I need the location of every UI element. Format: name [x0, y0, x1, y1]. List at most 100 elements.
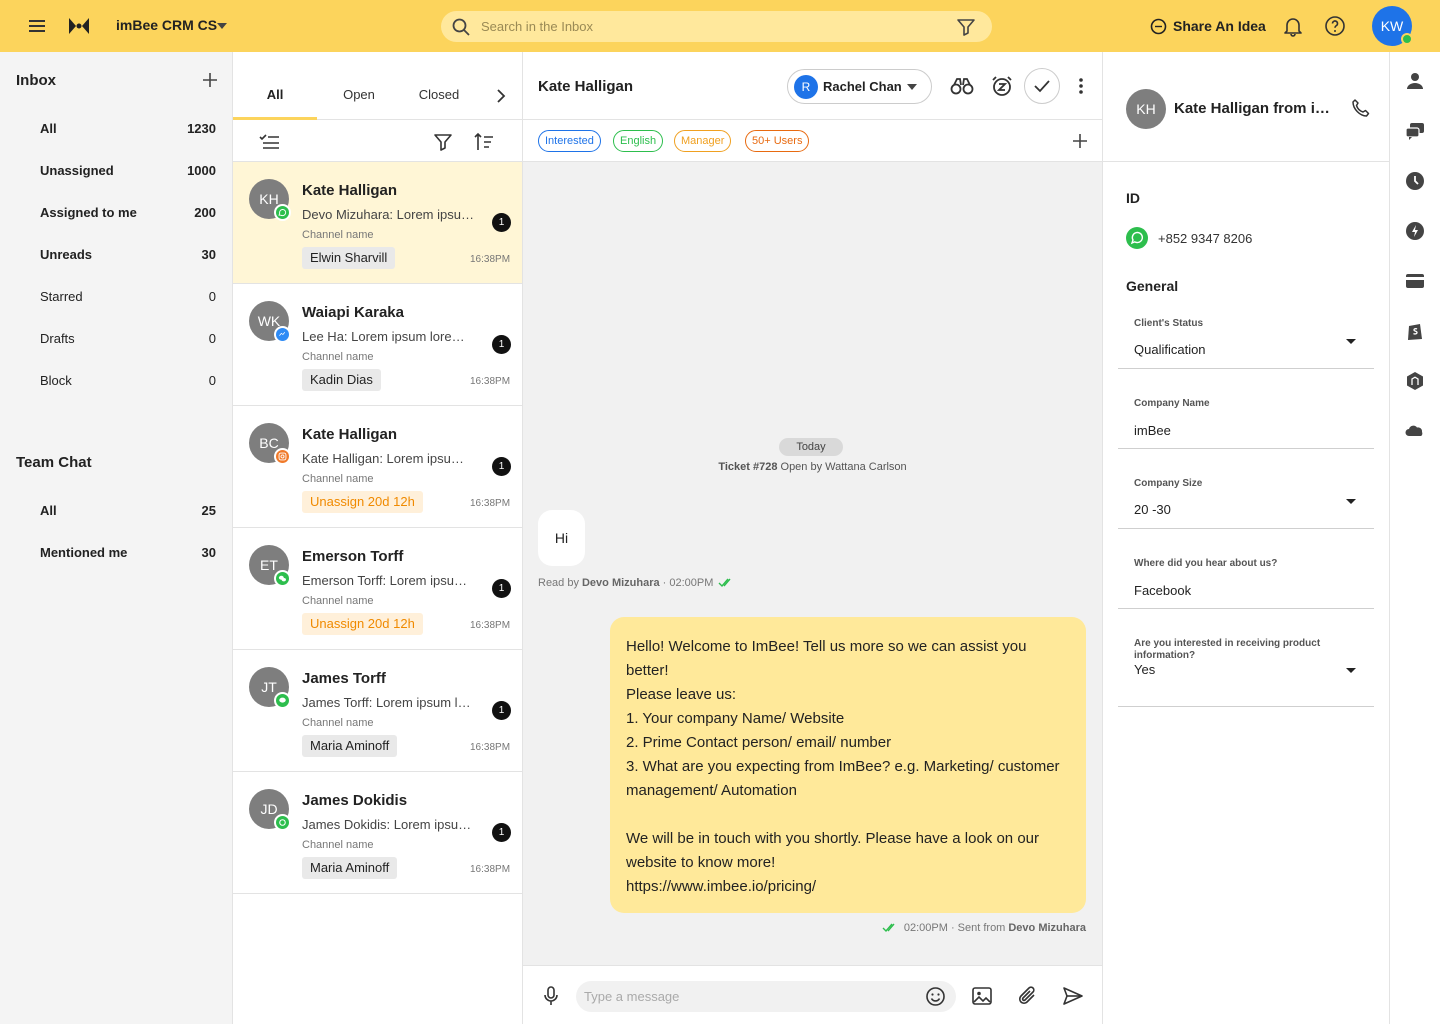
right-icon-rail: [1390, 52, 1440, 1024]
quick-reply-icon[interactable]: [1404, 220, 1426, 242]
whatsapp-icon: [1126, 227, 1148, 249]
contact-name: James Torff: [302, 670, 386, 687]
tab-closed[interactable]: Closed: [397, 52, 481, 120]
channel-name: Channel name: [302, 839, 374, 851]
help-icon[interactable]: [1324, 15, 1346, 37]
history-clock-icon[interactable]: [1404, 170, 1426, 192]
team-chat-item-all[interactable]: All 25: [24, 494, 224, 528]
chat-bubble-icon: [1150, 18, 1167, 34]
tag-manager[interactable]: Manager: [674, 130, 732, 152]
chat-panel: Kate Halligan R Rachel Chan Interested E…: [523, 52, 1103, 1024]
tag-interested[interactable]: Interested: [538, 130, 601, 152]
inbox-item-block[interactable]: Block 0: [24, 364, 224, 398]
ticket-number: Ticket #728: [718, 461, 778, 473]
add-tag-icon[interactable]: [1071, 132, 1089, 150]
timestamp: 16:38PM: [470, 742, 511, 753]
menu-icon[interactable]: [26, 15, 48, 37]
wechat-icon: [274, 570, 291, 587]
field-value: imBee: [1134, 423, 1171, 438]
timestamp: 16:38PM: [470, 376, 511, 387]
chat-header: Kate Halligan R Rachel Chan: [523, 52, 1102, 120]
more-vertical-icon[interactable]: [1075, 76, 1087, 96]
channel-name: Channel name: [302, 717, 374, 729]
field-value: Qualification: [1134, 342, 1206, 357]
conversation-item[interactable]: ET Emerson Torff Emerson Torff: Lorem ip…: [233, 528, 522, 650]
double-check-icon: [882, 923, 895, 933]
conversation-item[interactable]: KH Kate Halligan Devo Mizuhara: Lorem ip…: [233, 162, 522, 284]
inbox-item-starred[interactable]: Starred 0: [24, 280, 224, 314]
client-status-field[interactable]: Client's Status Qualification: [1118, 308, 1374, 369]
tab-open[interactable]: Open: [317, 52, 401, 120]
message-input[interactable]: [584, 981, 914, 1012]
message-preview: Devo Mizuhara: Lorem ipsum dolor sit ame…: [302, 207, 474, 222]
attachment-icon[interactable]: [1017, 985, 1039, 1007]
inbox-item-assigned-to-me[interactable]: Assigned to me 200: [24, 196, 224, 230]
chevron-right-icon[interactable]: [491, 86, 511, 106]
contact-name: Kate Halligan: [302, 426, 398, 443]
tag-english[interactable]: English: [613, 130, 664, 152]
imbee-logo: [69, 18, 89, 34]
outgoing-message-bubble: Hello! Welcome to ImBee! Tell us more so…: [610, 617, 1086, 913]
assignee-tag: Elwin Sharvill: [302, 247, 396, 269]
send-icon[interactable]: [1062, 985, 1084, 1007]
sort-icon[interactable]: [473, 131, 495, 153]
nav-count: 30: [201, 247, 216, 262]
channel-name: Channel name: [302, 595, 374, 607]
snooze-icon[interactable]: [991, 75, 1013, 97]
workspace-name[interactable]: imBee CRM CS: [116, 17, 217, 33]
product-info-interest-field[interactable]: Are you interested in receiving product …: [1118, 628, 1374, 707]
message-preview: Kate Halligan: Lorem ipsum dolor sit ame…: [302, 451, 474, 466]
date-separator: Today: [779, 438, 843, 456]
emoji-icon[interactable]: [925, 986, 946, 1007]
search-input[interactable]: [481, 11, 941, 42]
conversation-item[interactable]: WK Waiapi Karaka Lee Ha: Lorem ipsum lor…: [233, 284, 522, 406]
checklist-icon[interactable]: [259, 132, 281, 152]
chevron-down-icon[interactable]: [214, 18, 230, 34]
unassigned-timer-tag: Unassign 20d 12h: [302, 613, 423, 635]
credit-card-icon[interactable]: [1404, 270, 1426, 292]
tab-all[interactable]: All: [233, 52, 317, 120]
nav-count: 0: [208, 289, 216, 304]
shopify-icon[interactable]: [1404, 320, 1426, 342]
add-icon[interactable]: [200, 70, 220, 90]
nav-label: Mentioned me: [40, 545, 128, 560]
resolve-button[interactable]: [1024, 68, 1060, 104]
contact-details-panel: KH Kate Halligan from imBee ID +852 9347…: [1103, 52, 1390, 1024]
chat-contact-name: Kate Halligan: [538, 78, 634, 95]
bell-icon[interactable]: [1282, 15, 1304, 37]
phone-icon[interactable]: [1351, 98, 1371, 118]
image-icon[interactable]: [971, 985, 993, 1007]
general-section-title: General: [1126, 278, 1179, 294]
team-chat-item-mentioned-me[interactable]: Mentioned me 30: [24, 536, 224, 570]
share-idea-button[interactable]: Share An Idea: [1150, 16, 1266, 36]
conversation-item[interactable]: JT James Torff James Torff: Lorem ipsum …: [233, 650, 522, 772]
message-preview: James Dokidis: Lorem ipsum dolor sit ame…: [302, 817, 474, 832]
message-preview: Emerson Torff: Lorem ipsum dolor sit ame…: [302, 573, 474, 588]
contact-name: Emerson Torff: [302, 548, 404, 565]
user-avatar[interactable]: KW: [1372, 6, 1413, 46]
magento-icon[interactable]: [1404, 370, 1426, 392]
person-icon[interactable]: [1404, 70, 1426, 92]
nav-count: 1000: [187, 163, 216, 178]
salesforce-cloud-icon[interactable]: [1404, 420, 1426, 442]
message-time: · 02:00PM: [662, 577, 714, 589]
conversations-icon[interactable]: [1404, 120, 1426, 142]
tag-50-plus-users[interactable]: 50+ Users: [745, 130, 810, 152]
inbox-item-drafts[interactable]: Drafts 0: [24, 322, 224, 356]
company-name-field[interactable]: Company Name imBee: [1118, 388, 1374, 449]
unread-count-badge: 1: [492, 213, 511, 232]
assignee-dropdown[interactable]: R Rachel Chan: [787, 69, 932, 104]
conversation-item[interactable]: BC Kate Halligan Kate Halligan: Lorem ip…: [233, 406, 522, 528]
inbox-item-unreads[interactable]: Unreads 30: [24, 238, 224, 272]
microphone-icon[interactable]: [541, 985, 561, 1007]
referral-source-field[interactable]: Where did you hear about us? Facebook: [1118, 548, 1374, 609]
filter-icon[interactable]: [956, 17, 976, 37]
inbox-item-unassigned[interactable]: Unassigned 1000: [24, 154, 224, 188]
company-size-field[interactable]: Company Size 20 -30: [1118, 468, 1374, 529]
conversation-item[interactable]: JD James Dokidis James Dokidis: Lorem ip…: [233, 772, 522, 894]
instagram-icon: [274, 448, 291, 465]
filter-icon[interactable]: [433, 132, 453, 152]
inbox-item-all[interactable]: All 1230: [24, 112, 224, 146]
nav-count: 0: [208, 331, 216, 346]
binoculars-icon[interactable]: [950, 75, 974, 97]
